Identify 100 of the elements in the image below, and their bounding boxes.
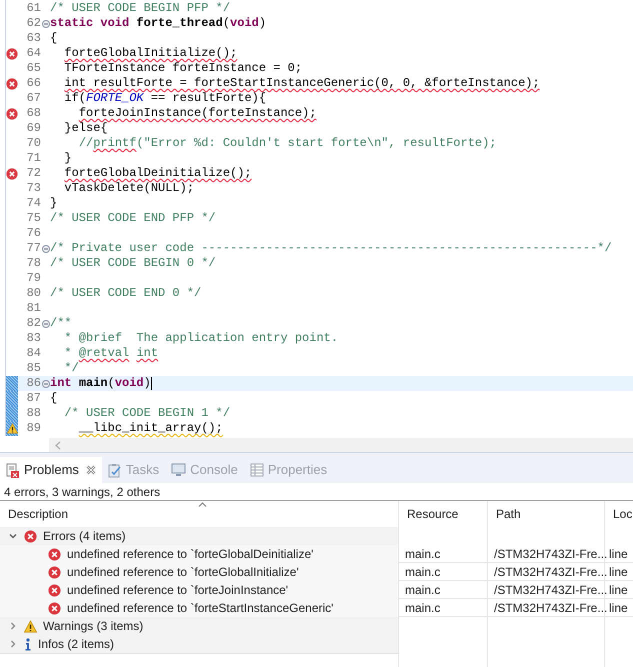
line-number: 65: [26, 61, 41, 76]
error-marker-icon: [6, 108, 18, 120]
line-number: 73: [26, 181, 41, 196]
table-cell: line: [604, 599, 633, 617]
table-cell: line: [604, 545, 633, 563]
code-line: /* Private user code -------------------------------------------------------*/: [50, 241, 612, 256]
column-header[interactable]: Path: [487, 501, 604, 527]
code-line: /* USER CODE END PFP */: [50, 211, 216, 226]
code-line: static void forte_thread(void): [50, 16, 266, 31]
code-line: /* USER CODE BEGIN PFP */: [50, 1, 230, 16]
line-number: 84: [26, 346, 41, 361]
column-header[interactable]: Resource: [398, 501, 487, 527]
sort-icon: [198, 502, 207, 507]
code-line: int resultForte = forteStartInstanceGeneric(0, 0, &forteInstance);: [63, 76, 540, 91]
code-line: }: [63, 151, 72, 166]
table-cell: main.c: [398, 563, 487, 581]
code-line: /* USER CODE END 0 */: [50, 286, 202, 301]
line-number: 63: [26, 31, 41, 46]
table-cell: /STM32H743ZI-Fre...: [487, 599, 604, 617]
error-icon: [48, 584, 61, 596]
code-line: int main(void): [50, 376, 151, 391]
error-icon: [48, 566, 61, 578]
line-number: 83: [26, 331, 41, 346]
info-icon: [24, 638, 32, 650]
collapse-icon[interactable]: [42, 380, 50, 388]
line-number: 87: [26, 391, 41, 406]
line-number: 75: [26, 211, 41, 226]
line-number: 78: [26, 256, 41, 271]
table-cell: line: [604, 581, 633, 599]
code-line: {: [50, 31, 58, 46]
problem-description[interactable]: undefined reference to `forteGlobalInitialize': [0, 563, 398, 581]
code-line: }: [50, 196, 58, 211]
table-cell: /STM32H743ZI-Fre...: [487, 563, 604, 581]
line-number: 70: [26, 136, 41, 151]
code-line: * @brief The application entry point.: [63, 331, 338, 346]
code-line: vTaskDelete(NULL);: [63, 181, 194, 196]
line-number: 72: [26, 166, 41, 181]
line-number: 68: [26, 106, 41, 121]
collapse-icon[interactable]: [42, 244, 50, 252]
collapse-icon[interactable]: [42, 20, 50, 28]
line-number: 79: [26, 271, 41, 286]
error-marker-icon: [6, 48, 18, 60]
line-number: 89: [26, 421, 41, 436]
line-number: 74: [26, 196, 41, 211]
code-line: forteJoinInstance(forteInstance);: [78, 106, 316, 121]
line-number: 61: [26, 1, 41, 16]
line-number: 76: [26, 226, 41, 241]
error-marker-icon: [6, 78, 18, 90]
code-line: if(FORTE_OK == resultForte){: [63, 91, 266, 106]
code-line: * @retval int: [63, 346, 158, 361]
line-number: 88: [26, 406, 41, 421]
code-line: {: [50, 391, 58, 406]
table-cell: /STM32H743ZI-Fre...: [487, 581, 604, 599]
code-line: TForteInstance forteInstance = 0;: [63, 61, 302, 76]
line-number: 80: [26, 286, 41, 301]
line-number: 77: [26, 241, 41, 256]
chevron-down-icon[interactable]: [8, 531, 18, 541]
group-row[interactable]: Errors (4 items): [0, 527, 398, 546]
code-line: //printf("Error %d: Couldn't start forte\n", resultForte);: [78, 136, 496, 151]
problems-icon: [6, 462, 20, 478]
line-number: 86: [26, 376, 41, 391]
line-number: 69: [26, 121, 41, 136]
code-line: /* USER CODE BEGIN 0 */: [50, 256, 216, 271]
code-line: }else{: [63, 121, 108, 136]
code-line: /**: [50, 316, 72, 331]
collapse-icon[interactable]: [42, 320, 50, 328]
problem-description[interactable]: undefined reference to `forteJoinInstance': [0, 581, 398, 599]
monitor-icon: [171, 463, 186, 477]
text-cursor: [150, 377, 152, 390]
line-number: 66: [26, 76, 41, 91]
horizontal-scrollbar[interactable]: [49, 438, 633, 452]
warning-icon: [24, 620, 37, 632]
table-cell: /STM32H743ZI-Fre...: [487, 545, 604, 563]
table-cell: main.c: [398, 599, 487, 617]
line-number: 85: [26, 361, 41, 376]
column-header[interactable]: Loc: [604, 501, 633, 527]
code-line: forteGlobalInitialize();: [63, 46, 238, 61]
code-line: forteGlobalDeinitialize();: [63, 166, 252, 181]
table-cell: main.c: [398, 545, 487, 563]
group-row[interactable]: Infos (2 items): [0, 635, 398, 654]
line-number: 82: [26, 316, 41, 331]
code-line: */: [63, 361, 79, 376]
code-line: /* USER CODE BEGIN 1 */: [63, 406, 230, 421]
group-row[interactable]: Warnings (3 items): [0, 617, 398, 636]
problem-description[interactable]: undefined reference to `forteGlobalDeinitialize': [0, 545, 398, 563]
table-cell: main.c: [398, 581, 487, 599]
line-number: 67: [26, 91, 41, 106]
code-editor[interactable]: [0, 0, 633, 453]
clipboard-icon: [108, 462, 122, 478]
error-icon: [24, 530, 37, 542]
problem-description[interactable]: undefined reference to `forteStartInstanceGeneric': [0, 599, 398, 617]
error-marker-icon: [6, 168, 18, 180]
error-icon: [48, 548, 61, 560]
line-number: 64: [26, 46, 41, 61]
close-icon[interactable]: [86, 465, 96, 475]
column-header[interactable]: Description: [0, 501, 398, 527]
view-tab[interactable]: Problems: [0, 457, 102, 483]
line-number: 71: [26, 151, 41, 166]
error-icon: [48, 602, 61, 614]
table-icon: [250, 463, 264, 477]
